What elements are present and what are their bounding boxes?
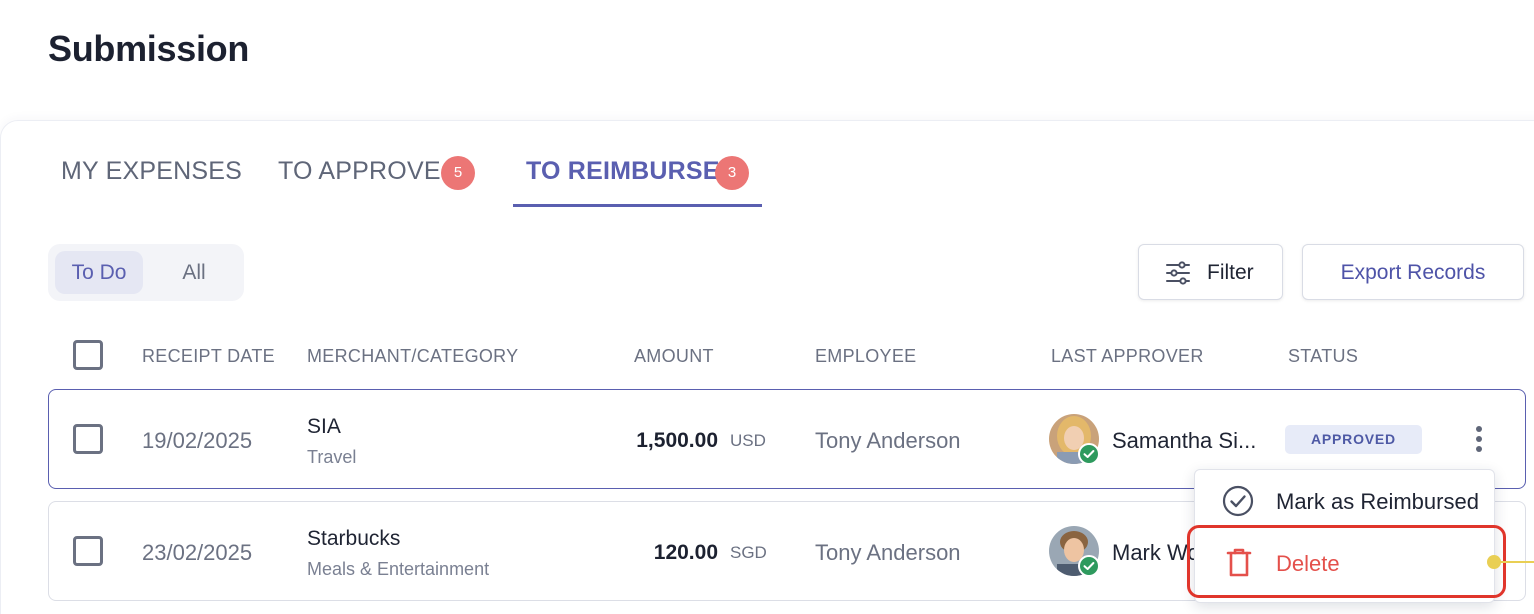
expense-category: Meals & Entertainment <box>307 559 490 579</box>
to-reimburse-count-badge: 3 <box>715 156 749 190</box>
approved-check-icon <box>1078 555 1100 577</box>
row-checkbox[interactable] <box>73 424 103 454</box>
receipt-date: 19/02/2025 <box>142 428 253 453</box>
page-title: Submission <box>48 28 250 69</box>
tab-to-reimburse[interactable]: TO REIMBURSE <box>526 157 720 186</box>
mark-as-reimbursed-menu-item[interactable]: Mark as Reimbursed <box>1276 489 1479 515</box>
header-status[interactable]: STATUS <box>1288 346 1358 367</box>
currency-code: USD <box>730 431 766 450</box>
check-circle-icon <box>1222 485 1254 522</box>
header-last-approver[interactable]: LAST APPROVER <box>1051 346 1204 367</box>
header-merchant-category[interactable]: MERCHANT/CATEGORY <box>307 346 518 367</box>
approved-check-icon <box>1078 443 1100 465</box>
filter-sliders-icon <box>1165 261 1191 290</box>
export-records-button[interactable]: Export Records <box>1302 244 1524 300</box>
amount-value: 120.00 <box>653 541 718 564</box>
filter-button[interactable]: Filter <box>1138 244 1283 300</box>
amount-value: 1,500.00 <box>636 429 718 452</box>
segment-all[interactable]: All <box>150 251 238 294</box>
delete-highlight-box <box>1187 525 1506 598</box>
receipt-date: 23/02/2025 <box>142 540 253 565</box>
currency-code: SGD <box>730 543 767 562</box>
tab-my-expenses[interactable]: MY EXPENSES <box>61 157 242 186</box>
status-badge: APPROVED <box>1285 425 1422 454</box>
active-tab-indicator <box>513 204 762 207</box>
annotation-connector-dot <box>1487 555 1501 569</box>
employee-name: Tony Anderson <box>815 428 961 453</box>
header-amount[interactable]: AMOUNT <box>634 346 714 367</box>
merchant-name: Starbucks <box>307 527 401 550</box>
merchant-name: SIA <box>307 415 341 438</box>
header-employee[interactable]: EMPLOYEE <box>815 346 916 367</box>
last-approver-name: Samantha Si... <box>1112 428 1257 453</box>
export-records-label: Export Records <box>1340 261 1486 284</box>
expense-category: Travel <box>307 447 357 467</box>
select-all-checkbox[interactable] <box>73 340 103 370</box>
to-approve-count-badge: 5 <box>441 156 475 190</box>
tab-to-approve[interactable]: TO APPROVE <box>278 157 441 186</box>
header-receipt-date[interactable]: RECEIPT DATE <box>142 346 275 367</box>
segment-todo[interactable]: To Do <box>55 251 143 294</box>
filter-label: Filter <box>1207 261 1254 284</box>
more-options-icon[interactable] <box>1468 424 1490 456</box>
annotation-connector-line <box>1499 561 1534 563</box>
employee-name: Tony Anderson <box>815 540 961 565</box>
row-checkbox[interactable] <box>73 536 103 566</box>
